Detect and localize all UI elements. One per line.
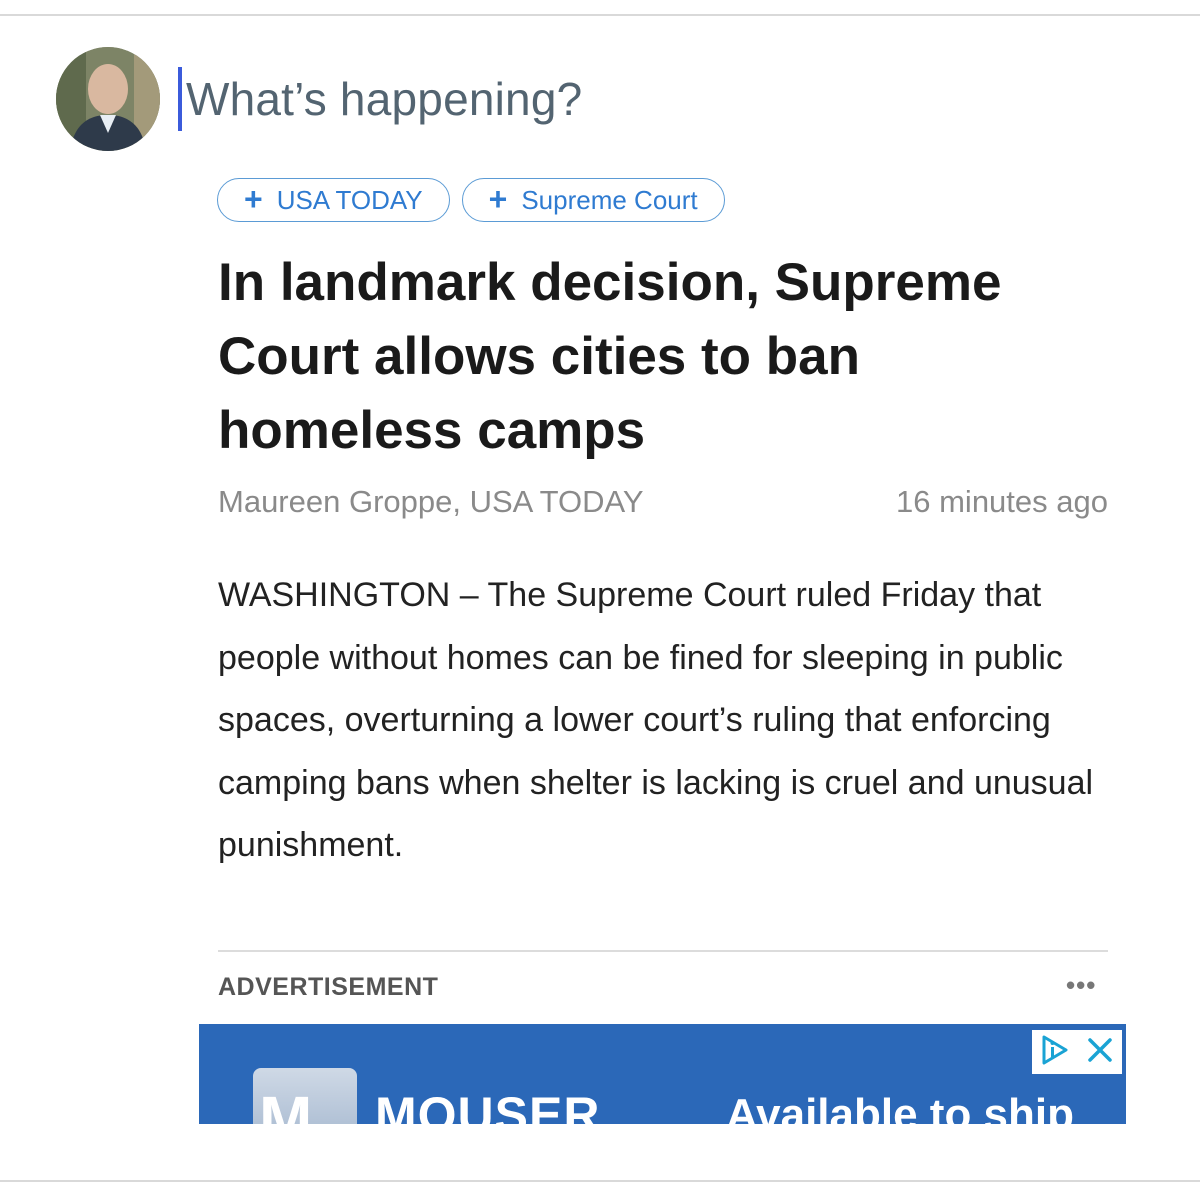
adchoices-icon[interactable] — [1040, 1034, 1070, 1071]
close-icon[interactable] — [1086, 1036, 1114, 1069]
chip-label: Supreme Court — [521, 184, 698, 215]
article-headline[interactable]: In landmark decision, Supreme Court allo… — [218, 246, 1118, 468]
follow-usa-today-chip[interactable]: + USA TODAY — [217, 178, 450, 222]
ad-banner[interactable]: M MOUSER Available to ship — [199, 1024, 1126, 1124]
ad-divider — [218, 950, 1108, 952]
compose-placeholder[interactable]: What’s happening? — [186, 72, 582, 126]
plus-icon: + — [488, 180, 508, 217]
ad-label: ADVERTISEMENT — [218, 973, 439, 1001]
top-divider — [0, 14, 1200, 16]
mouser-logo-letter: M — [259, 1083, 313, 1124]
bottom-divider — [0, 1180, 1200, 1182]
ad-tagline: Available to ship — [726, 1090, 1075, 1124]
avatar-photo — [56, 47, 160, 151]
ad-brand: MOUSER — [375, 1087, 601, 1124]
ad-controls — [1032, 1030, 1122, 1074]
chip-label: USA TODAY — [276, 184, 423, 215]
article-body: WASHINGTON – The Supreme Court ruled Fri… — [218, 576, 1094, 864]
page: What’s happening? + USA TODAY + Supreme … — [0, 0, 1200, 1200]
follow-supreme-court-chip[interactable]: + Supreme Court — [461, 178, 725, 222]
more-options-button[interactable]: ••• — [1066, 970, 1096, 1001]
compose-box[interactable]: What’s happening? — [178, 66, 582, 132]
avatar[interactable] — [56, 47, 160, 151]
text-caret — [178, 67, 182, 131]
plus-icon: + — [244, 180, 263, 217]
article-meta: Maureen Groppe, USA TODAY 16 minutes ago — [218, 484, 1108, 520]
topic-chips: + USA TODAY + Supreme Court — [217, 178, 725, 222]
article-byline: Maureen Groppe, USA TODAY — [218, 484, 644, 519]
article-timestamp: 16 minutes ago — [896, 484, 1108, 519]
